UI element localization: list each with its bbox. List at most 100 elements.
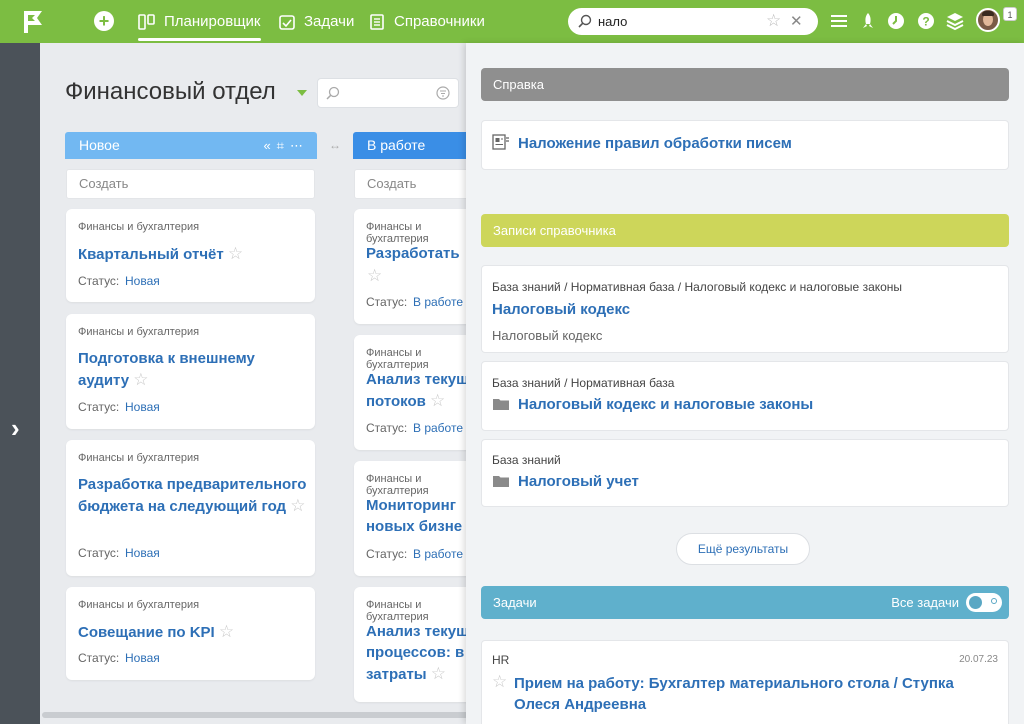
add-icon[interactable]: + <box>94 11 114 31</box>
menu-icon[interactable] <box>829 11 849 31</box>
nav-directories[interactable]: Справочники <box>368 0 485 43</box>
task-card[interactable]: Финансы и бухгалтерия Разработать ☆ Стат… <box>354 209 484 324</box>
status-value[interactable]: В работе <box>413 547 463 561</box>
board-title[interactable]: Финансовый отдел <box>65 78 276 106</box>
column-title: Новое <box>79 137 120 153</box>
all-tasks-toggle[interactable] <box>966 593 1002 612</box>
task-card[interactable]: Финансы и бухгалтерия Анализ текущ поток… <box>354 335 484 450</box>
star-icon[interactable]: ☆ <box>219 622 234 641</box>
layers-icon[interactable] <box>945 11 965 31</box>
section-header-tasks: Задачи Все задачи <box>481 586 1009 619</box>
card-title[interactable]: Подготовка к внешнему аудиту ☆ <box>78 348 293 391</box>
directory-result[interactable]: База знаний Налоговый учет <box>481 439 1009 507</box>
column-title: В работе <box>367 137 426 153</box>
card-title[interactable]: Разработка предварительного бюджета на с… <box>78 474 308 517</box>
board-search-input[interactable] <box>317 78 459 108</box>
directory-result[interactable]: База знаний / Нормативная база / Налогов… <box>481 265 1009 353</box>
task-card[interactable]: Финансы и бухгалтерия Анализ текущ проце… <box>354 587 484 702</box>
status-value[interactable]: Новая <box>125 651 160 665</box>
card-title-line-1[interactable]: Анализ текущ <box>366 621 469 642</box>
help-result[interactable]: Наложение правил обработки писем <box>481 120 1009 170</box>
expand-chevron-icon[interactable]: › <box>11 413 20 444</box>
card-title-line-3[interactable]: затраты ☆ <box>366 663 446 685</box>
horizontal-scrollbar[interactable] <box>42 712 472 718</box>
star-icon[interactable]: ☆ <box>431 664 446 683</box>
star-icon[interactable]: ☆ <box>367 266 382 286</box>
left-rail: › <box>0 43 40 724</box>
status-value[interactable]: В работе <box>413 421 463 435</box>
svg-text:?: ? <box>922 15 929 29</box>
result-path: База знаний / Нормативная база / Налогов… <box>492 280 903 294</box>
task-card[interactable]: Финансы и бухгалтерия Разработка предвар… <box>66 440 315 576</box>
card-title[interactable]: Разработать <box>366 243 460 264</box>
status-value[interactable]: Новая <box>125 274 160 288</box>
search-input[interactable]: нало <box>598 14 627 29</box>
card-title-line-2[interactable]: потоков ☆ <box>366 390 445 412</box>
nav-planner[interactable]: Планировщик <box>138 0 260 43</box>
nav-tasks[interactable]: Задачи <box>278 0 354 43</box>
card-title[interactable]: Совещание по KPI ☆ <box>78 621 234 643</box>
rocket-icon[interactable] <box>858 11 878 31</box>
card-title-line-1[interactable]: Анализ текущ <box>366 369 469 390</box>
more-icon[interactable]: ⋯ <box>290 138 309 153</box>
clock-icon[interactable] <box>886 11 906 31</box>
search-icon <box>578 14 592 28</box>
card-category: Финансы и бухгалтерия <box>78 221 200 233</box>
result-path: База знаний <box>492 453 561 467</box>
card-title-line-2[interactable]: процессов: в <box>366 642 464 663</box>
create-task-input[interactable]: Создать <box>66 169 315 199</box>
task-card[interactable]: Финансы и бухгалтерия Подготовка к внешн… <box>66 314 315 429</box>
flag-logo-icon[interactable] <box>20 9 46 35</box>
directory-result[interactable]: База знаний / Нормативная база Налоговый… <box>481 361 1009 431</box>
result-title[interactable]: Налоговый кодекс <box>492 301 630 318</box>
star-icon[interactable]: ☆ <box>290 496 305 515</box>
card-title[interactable]: Квартальный отчёт ☆ <box>78 243 243 265</box>
task-title-line-1[interactable]: Прием на работу: Бухгалтер материального… <box>514 675 954 692</box>
status-value[interactable]: Новая <box>125 400 160 414</box>
status-value[interactable]: Новая <box>125 546 160 560</box>
task-card[interactable]: Финансы и бухгалтерия Мониторинг новых б… <box>354 461 484 576</box>
card-title-line-1[interactable]: Мониторинг <box>366 495 456 516</box>
task-result[interactable]: HR 20.07.23 ☆ Прием на работу: Бухгалтер… <box>481 640 1009 724</box>
favorite-star-icon[interactable]: ☆ <box>766 11 781 31</box>
status-label: Статус: <box>366 547 408 561</box>
status-value[interactable]: В работе <box>413 295 463 309</box>
star-icon[interactable]: ☆ <box>133 370 148 389</box>
directories-icon <box>370 13 384 30</box>
task-date: 20.07.23 <box>959 654 998 665</box>
column-header-in-progress: В работе <box>353 132 483 159</box>
help-icon[interactable]: ? <box>916 11 936 31</box>
result-title[interactable]: Налоговый кодекс и налоговые законы <box>518 396 813 413</box>
user-avatar[interactable] <box>976 8 1000 32</box>
star-icon[interactable]: ☆ <box>430 391 445 410</box>
more-results-button[interactable]: Ещё результаты <box>676 533 810 565</box>
task-card[interactable]: Финансы и бухгалтерия Совещание по KPI ☆… <box>66 587 315 680</box>
task-title-line-2[interactable]: Олеся Андреевна <box>514 696 646 713</box>
board-title-dropdown-icon[interactable] <box>297 90 307 96</box>
star-icon[interactable]: ☆ <box>228 244 243 263</box>
star-icon[interactable]: ☆ <box>492 672 507 692</box>
result-title[interactable]: Налоговый учет <box>518 473 639 490</box>
folder-icon <box>493 476 509 487</box>
filter-icon[interactable] <box>436 86 450 100</box>
collapse-icon[interactable]: « <box>263 138 276 153</box>
result-title[interactable]: Наложение правил обработки писем <box>518 135 792 152</box>
card-title-line-2[interactable]: новых бизне <box>366 516 462 537</box>
search-results-panel: Справка Наложение правил обработки писем… <box>466 43 1024 724</box>
task-category: HR <box>492 653 510 667</box>
clear-search-icon[interactable]: ✕ <box>790 12 803 30</box>
planner-icon <box>138 13 155 30</box>
column-resize-handle[interactable]: ↔ <box>329 138 341 152</box>
task-card[interactable]: Финансы и бухгалтерия Квартальный отчёт … <box>66 209 315 302</box>
nav-tasks-label: Задачи <box>304 13 355 30</box>
select-icon[interactable]: ⌗ <box>277 138 290 153</box>
global-search[interactable]: нало ☆ ✕ <box>568 8 818 35</box>
create-task-input[interactable]: Создать <box>354 169 484 199</box>
column-actions[interactable]: «⌗⋯ <box>263 132 309 159</box>
all-tasks-label: Все задачи <box>891 595 959 610</box>
status-label: Статус: <box>78 651 120 665</box>
search-icon <box>326 86 340 100</box>
section-header-directory: Записи справочника <box>481 214 1009 247</box>
nav-planner-label: Планировщик <box>164 13 261 30</box>
nav-active-indicator <box>138 38 261 41</box>
